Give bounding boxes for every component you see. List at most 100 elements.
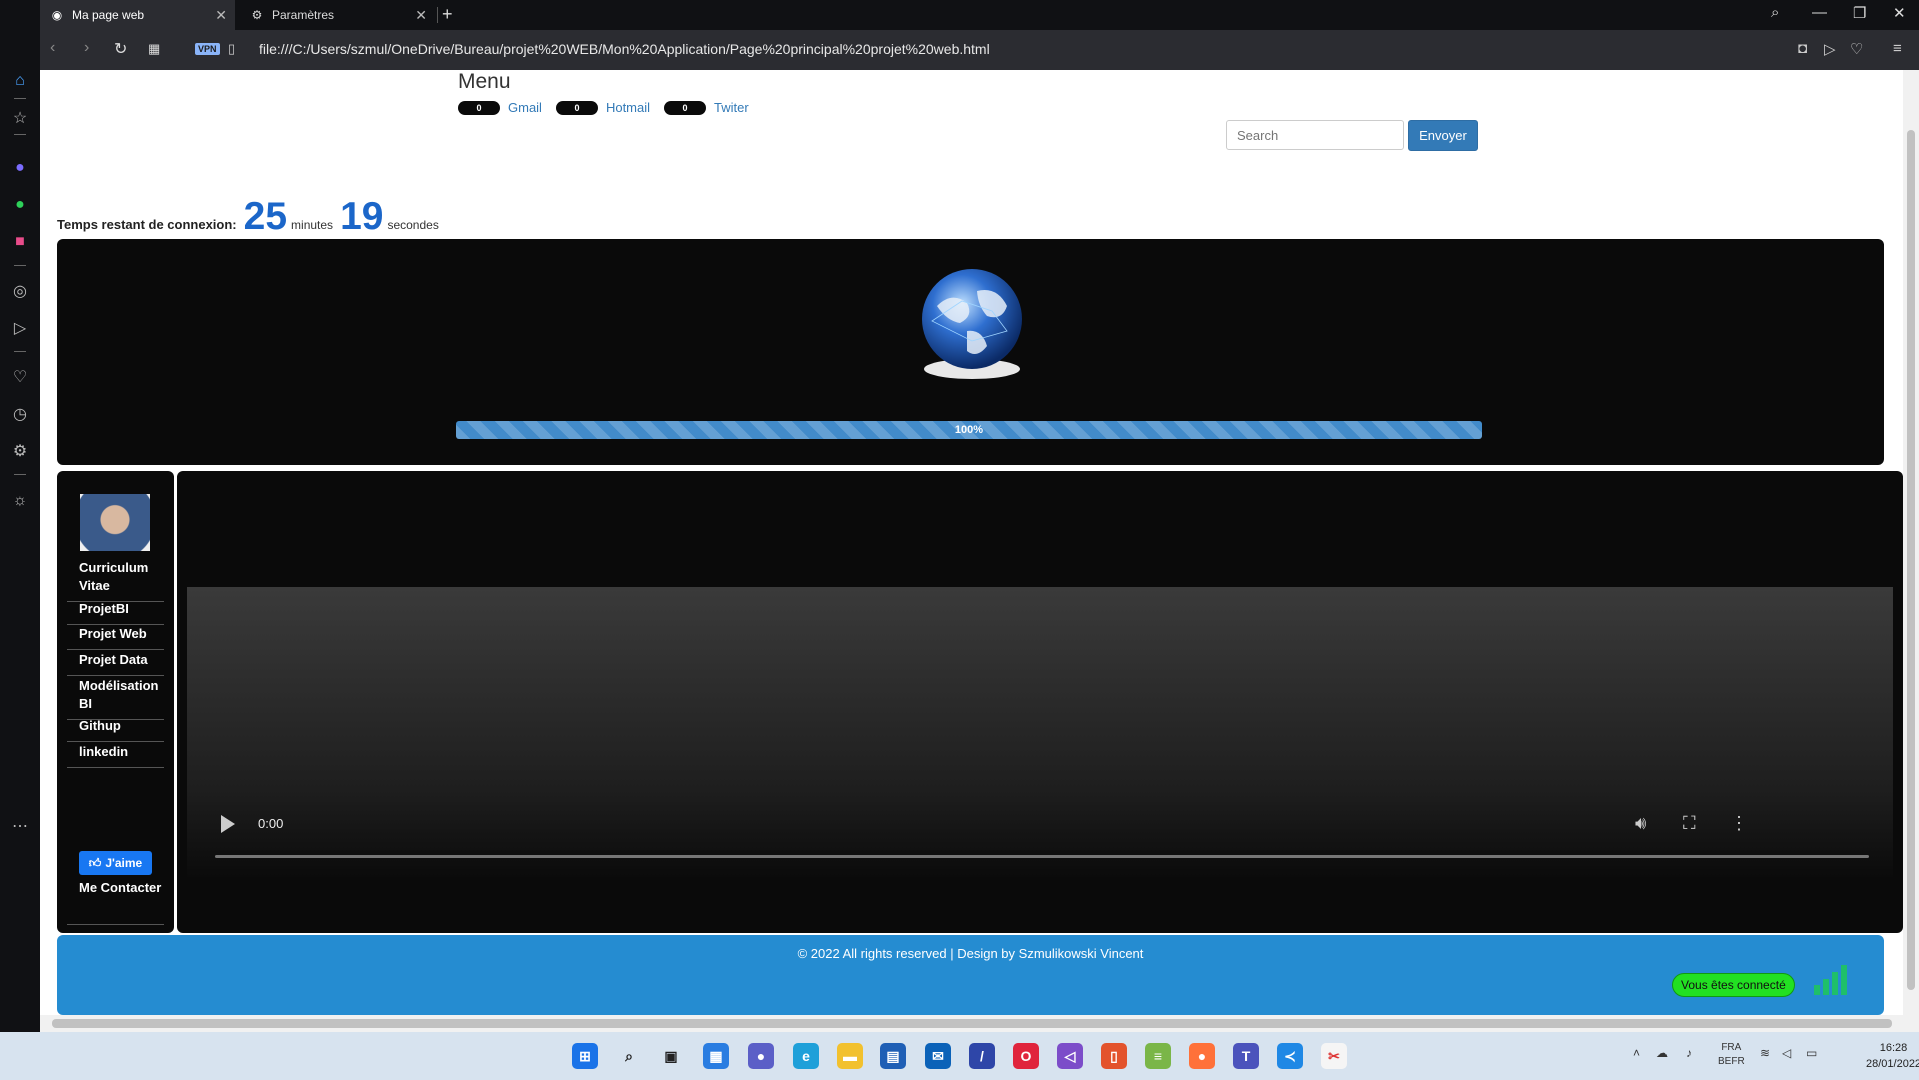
gmail-link[interactable]: Gmail: [508, 100, 542, 115]
tab-divider: [437, 7, 438, 23]
speaker-icon[interactable]: ◁: [1782, 1046, 1791, 1060]
tab-ma-page-web[interactable]: ◉ Ma page web ✕: [40, 0, 235, 30]
opera-icon[interactable]: O: [1013, 1043, 1039, 1069]
home-icon[interactable]: ⌂: [8, 69, 32, 93]
easy-setup-icon[interactable]: ≡: [1893, 40, 1902, 57]
nav-item-curriculum-vitae[interactable]: Curriculum Vitae: [67, 559, 164, 602]
heart-icon[interactable]: ♡: [1850, 40, 1863, 58]
onedrive-cloud-icon[interactable]: ☁: [1656, 1046, 1668, 1060]
clock-time: 16:28: [1879, 1042, 1908, 1054]
more-options-icon[interactable]: ⋮: [1730, 813, 1748, 834]
video-player[interactable]: 0:00 🔊︎ ⛶ ⋮: [187, 587, 1893, 877]
more-icon[interactable]: ⋯: [8, 814, 32, 838]
close-tab-icon[interactable]: ✕: [415, 7, 427, 24]
keyboard-layout: BEFR: [1718, 1056, 1745, 1067]
task-view-icon[interactable]: ▣: [658, 1043, 684, 1069]
firefox-icon[interactable]: ●: [1189, 1043, 1215, 1069]
vpn-badge[interactable]: VPN: [195, 43, 220, 55]
hotmail-link[interactable]: Hotmail: [606, 100, 650, 115]
visual-studio-icon[interactable]: ◁: [1057, 1043, 1083, 1069]
system-clock[interactable]: 16:28 28/01/2022: [1866, 1040, 1919, 1072]
store-icon[interactable]: ▤: [880, 1043, 906, 1069]
back-icon[interactable]: ‹: [50, 39, 55, 57]
sidebar-divider: [14, 98, 26, 99]
history-icon[interactable]: ◷: [8, 402, 32, 426]
scroll-thumb[interactable]: [52, 1019, 1892, 1028]
battery-icon[interactable]: ▭: [1806, 1046, 1817, 1060]
nav-item-linkedin[interactable]: linkedin: [67, 743, 164, 768]
file-explorer-icon[interactable]: ▬: [837, 1043, 863, 1069]
notepad-icon[interactable]: ≡: [1145, 1043, 1171, 1069]
contact-link[interactable]: Me Contacter: [79, 879, 164, 897]
volume-icon[interactable]: 🔊︎: [1635, 813, 1646, 834]
office-icon[interactable]: ▯: [1101, 1043, 1127, 1069]
wifi-icon[interactable]: ≋: [1760, 1046, 1770, 1060]
widgets-icon[interactable]: ▦: [703, 1043, 729, 1069]
send-icon[interactable]: ▷: [1824, 40, 1836, 58]
editor-icon[interactable]: /: [969, 1043, 995, 1069]
profile-avatar: [80, 494, 150, 551]
teams-icon[interactable]: T: [1233, 1043, 1259, 1069]
nav-item-projetbi[interactable]: ProjetBI: [67, 600, 164, 625]
play-icon[interactable]: [221, 815, 235, 833]
new-tab-plus-icon[interactable]: +: [442, 4, 453, 25]
search-input[interactable]: [1226, 120, 1404, 150]
nav-item-projet-web[interactable]: Projet Web: [67, 625, 164, 650]
vertical-scrollbar[interactable]: [1903, 70, 1919, 1015]
player-icon[interactable]: ◎: [8, 279, 32, 303]
start-windows-icon[interactable]: ⊞: [572, 1043, 598, 1069]
connection-status-badge: Vous êtes connecté: [1672, 973, 1795, 997]
microphone-icon[interactable]: ♪: [1686, 1046, 1692, 1060]
settings-gear-icon[interactable]: ⚙: [8, 439, 32, 463]
connection-timer: Temps restant de connexion: 25 minutes 1…: [57, 195, 439, 239]
side-navigation: Curriculum Vitae ProjetBI Projet Web Pro…: [57, 471, 174, 933]
twitter-link[interactable]: Twiter: [714, 100, 749, 115]
gmail-count-badge: 0: [458, 100, 500, 115]
twitter-count-badge: 0: [664, 100, 707, 115]
tab-title: Paramètres: [272, 8, 335, 22]
nav-item-modelisation-bi[interactable]: Modélisation BI: [67, 677, 164, 720]
thumbs-up-icon: 👍︎: [88, 855, 102, 870]
hotmail-count-badge: 0: [555, 100, 598, 115]
edge-icon[interactable]: e: [793, 1043, 819, 1069]
star-icon[interactable]: ☆: [8, 106, 32, 130]
vscode-icon[interactable]: ≺: [1277, 1043, 1303, 1069]
chat-icon[interactable]: ●: [748, 1043, 774, 1069]
forward-icon[interactable]: ›: [84, 39, 89, 57]
nav-item-githup[interactable]: Githup: [67, 717, 164, 742]
scroll-thumb[interactable]: [1907, 130, 1915, 990]
tab-parametres[interactable]: ⚙ Paramètres ✕: [240, 0, 435, 30]
url-field[interactable]: file:///C:/Users/szmul/OneDrive/Bureau/p…: [259, 41, 990, 57]
nav-item-projet-data[interactable]: Projet Data: [67, 651, 164, 676]
send-button[interactable]: Envoyer: [1408, 120, 1478, 151]
snipping-tool-icon[interactable]: ✂: [1321, 1043, 1347, 1069]
heart-icon[interactable]: ♡: [8, 365, 32, 389]
timer-seconds: 19: [340, 195, 384, 238]
whatsapp-icon[interactable]: ●: [8, 193, 32, 217]
lightbulb-icon[interactable]: ☼: [8, 489, 32, 513]
divider: [67, 924, 164, 925]
hero-banner: 100%: [57, 239, 1884, 465]
horizontal-scrollbar[interactable]: [40, 1015, 1919, 1032]
search-icon[interactable]: ⌕: [616, 1043, 642, 1069]
restore-icon[interactable]: ❐: [1853, 4, 1866, 22]
instagram-icon[interactable]: ■: [8, 230, 32, 254]
flow-icon[interactable]: ▷: [8, 316, 32, 340]
fullscreen-icon[interactable]: ⛶: [1683, 813, 1696, 834]
reload-icon[interactable]: ↻: [114, 39, 127, 59]
like-label: J'aime: [105, 856, 143, 870]
mail-icon[interactable]: ✉: [925, 1043, 951, 1069]
tray-chevron-icon[interactable]: ˄: [1633, 1046, 1640, 1060]
camera-icon[interactable]: ◘: [1798, 40, 1807, 57]
facebook-like-button[interactable]: 👍︎ J'aime: [79, 851, 152, 875]
close-tab-icon[interactable]: ✕: [215, 7, 227, 24]
minimize-icon[interactable]: —: [1812, 4, 1827, 21]
search-tabs-icon[interactable]: ⌕: [1771, 4, 1779, 21]
speed-dial-icon[interactable]: ▦: [148, 41, 160, 57]
language-indicator[interactable]: FRA BEFR: [1718, 1041, 1745, 1069]
timer-minutes-unit: minutes: [291, 218, 334, 232]
close-window-icon[interactable]: ✕: [1893, 4, 1906, 22]
messenger-icon[interactable]: ●: [8, 156, 32, 180]
progress-bar: 100%: [456, 421, 1482, 439]
video-seek-bar[interactable]: [215, 855, 1869, 858]
